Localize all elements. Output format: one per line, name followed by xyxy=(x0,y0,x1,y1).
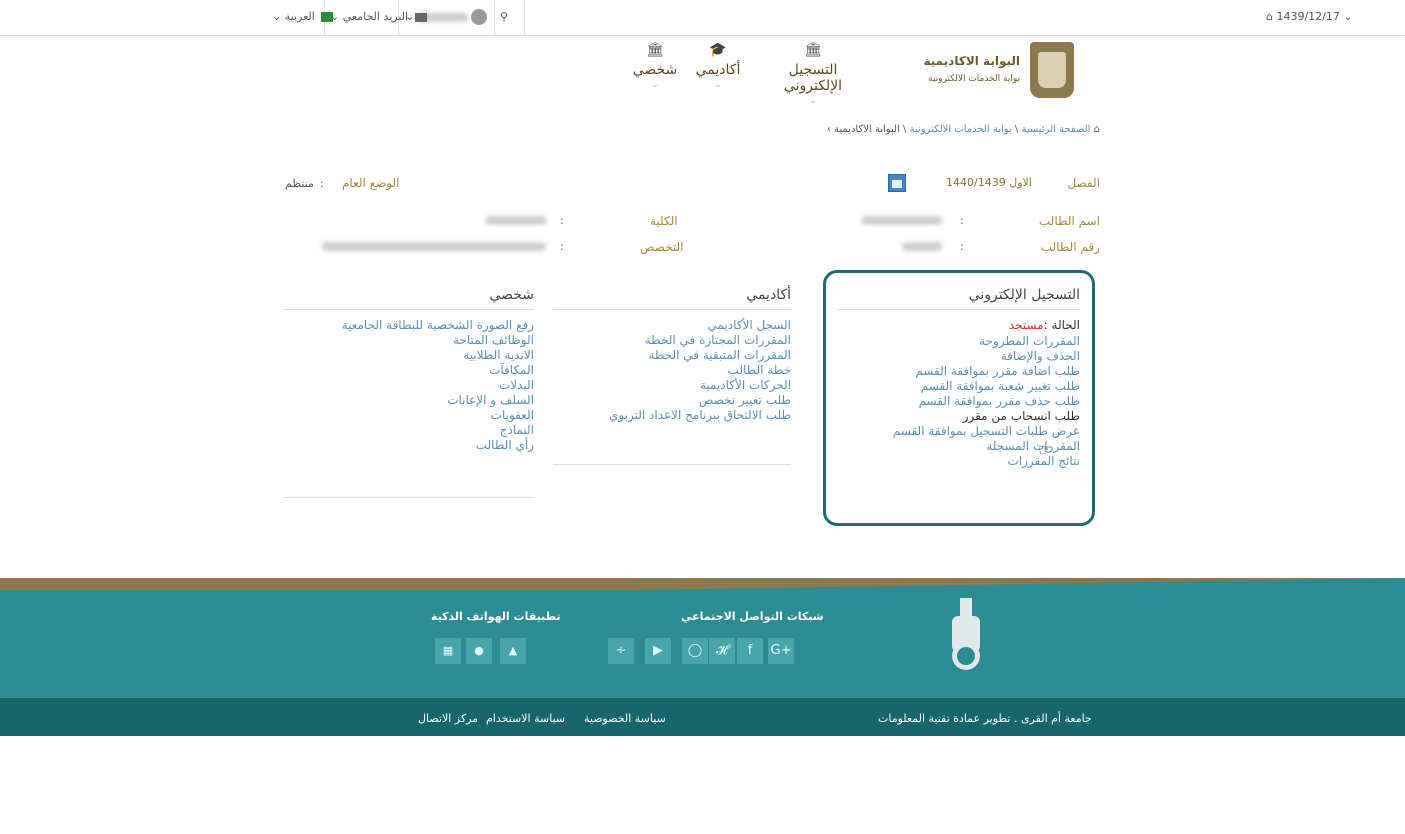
panel-title: التسجيل الإلكتروني xyxy=(838,287,1080,310)
student-name-label: اسم الطالب xyxy=(1038,214,1100,228)
nav-personal[interactable]: 🏛 شخصي ⌄ xyxy=(600,42,710,90)
list-item[interactable]: خطة الطالب xyxy=(553,363,791,378)
list-item[interactable]: البدلات xyxy=(284,378,534,393)
major-value xyxy=(322,242,546,251)
footer-university-logo xyxy=(952,598,980,670)
general-status-label: الوضع العام xyxy=(342,176,400,190)
instagram-icon[interactable]: ◯ xyxy=(682,638,708,664)
bank-icon: 🏛 xyxy=(804,42,822,58)
list-item[interactable]: رأي الطالب xyxy=(284,438,534,453)
brand-title[interactable]: البوابة الاكاديمية xyxy=(923,54,1020,68)
android-icon[interactable]: ▲ xyxy=(500,638,526,664)
panel-title: أكاديمي xyxy=(553,287,791,310)
list-item[interactable]: الحذف والإضافة xyxy=(838,349,1080,364)
student-name-value xyxy=(862,216,942,225)
list-item[interactable]: الحركات الأكاديمية xyxy=(553,378,791,393)
university-mail-link[interactable]: ⌄ البريد الجامعي xyxy=(330,8,427,26)
panel-electronic-registration: التسجيل الإلكتروني الحالة :مستجد المقررا… xyxy=(823,270,1095,526)
status-label: الحالة : xyxy=(1043,318,1080,332)
nav-label: التسجيل الإلكتروني xyxy=(783,62,843,94)
google-plus-icon[interactable]: G+ xyxy=(768,638,794,664)
breadcrumb: ⌂ الصفحة الرئيسية \ بوابة الخدمات الالكت… xyxy=(826,124,1100,135)
list-item[interactable]: طلب حذف مقرر بموافقة القسم xyxy=(838,394,1080,409)
home-icon: ⌂ xyxy=(1093,124,1100,135)
college-label: الكلية xyxy=(650,214,678,228)
breadcrumb-current: البوابة الاكاديمية xyxy=(834,124,900,135)
panel-title: شخصي xyxy=(284,287,534,310)
nav-electronic-registration[interactable]: 🏛 التسجيل الإلكتروني ⌄ xyxy=(758,42,868,106)
copyright-text: جامعة أم القرى . تطوير عمادة تقنية المعل… xyxy=(878,712,1092,725)
breadcrumb-home[interactable]: الصفحة الرئيسية xyxy=(1021,124,1090,135)
list-item[interactable]: المقررات المجتازة في الخطة xyxy=(553,333,791,348)
rss-icon[interactable]: ∻ xyxy=(608,638,634,664)
facebook-icon[interactable]: f xyxy=(737,638,763,664)
divider xyxy=(284,497,534,498)
cursor-hand-icon: ☞ xyxy=(1038,440,1053,459)
bank-icon: 🏛 xyxy=(646,42,664,58)
nav-label: شخصي xyxy=(632,62,678,78)
search-button[interactable]: ⚲ xyxy=(500,8,508,26)
date-text: 1439/12/17 xyxy=(1276,10,1340,23)
list-item[interactable]: العقوبات xyxy=(284,408,534,423)
student-id-label: رقم الطالب xyxy=(1040,240,1100,254)
list-item[interactable]: النماذج xyxy=(284,423,534,438)
mail-label: البريد الجامعي xyxy=(342,10,409,23)
semester-value: الاول 1440/1439 xyxy=(946,176,1032,189)
contact-center-link[interactable]: مركز الاتصال xyxy=(418,712,478,725)
list-item[interactable]: طلب اضافة مقرر بموافقة القسم xyxy=(838,364,1080,379)
student-id-value xyxy=(902,242,942,251)
general-status-value: منتظم xyxy=(285,177,314,190)
brand-subtitle: بوابة الخدمات الالكترونية xyxy=(928,74,1020,84)
list-item[interactable]: السلف و الإعانات xyxy=(284,393,534,408)
chevron-down-icon: ⌄ xyxy=(809,96,817,106)
semester-label: الفصل xyxy=(1067,176,1100,190)
list-item[interactable]: طلب انسحاب من مقرر xyxy=(838,409,1080,424)
chevron-down-icon: ⌄ xyxy=(272,10,282,23)
social-title: شبكات التواصل الاجتماعي xyxy=(681,610,824,623)
list-item[interactable]: طلب تغيير تخصص xyxy=(553,393,791,408)
flag-icon xyxy=(321,12,334,22)
windows-icon[interactable]: ▦ xyxy=(435,638,461,664)
university-logo[interactable] xyxy=(1030,42,1074,98)
college-value xyxy=(486,216,546,225)
language-selector[interactable]: ⌄ العربية xyxy=(272,8,334,26)
date-display[interactable]: ⌂ 1439/12/17 ⌄ xyxy=(1266,8,1353,26)
panel-personal: شخصي رفع الصورة الشخصية للبطاقة الجامعية… xyxy=(284,287,534,453)
divider xyxy=(553,464,791,465)
avatar xyxy=(471,9,488,25)
list-item[interactable]: المقررات المطروحة xyxy=(838,334,1080,349)
home-icon: ⌂ xyxy=(1266,10,1273,23)
apps-title: تطبيقات الهواتف الذكية xyxy=(431,610,561,623)
list-item[interactable]: طلب تغيير شعبة بموافقة القسم xyxy=(838,379,1080,394)
calendar-icon[interactable] xyxy=(888,174,906,192)
panel-academic: أكاديمي السجل الأكاديمي المقررات المجتاز… xyxy=(553,287,791,423)
apple-icon[interactable]: ● xyxy=(466,638,492,664)
youtube-icon[interactable]: ▶ xyxy=(645,638,671,664)
top-bar: ⌂ 1439/12/17 ⌄ ⚲ ⌄ ⌄ البريد الجامعي ⌄ ال… xyxy=(0,0,1405,36)
footer-bottom-bar xyxy=(0,698,1405,736)
chevron-down-icon: ⌄ xyxy=(651,80,659,90)
list-item[interactable]: عرض طلبات التسجيل بموافقة القسم xyxy=(838,424,1080,439)
envelope-icon xyxy=(414,12,427,22)
list-item[interactable]: السجل الأكاديمي xyxy=(553,318,791,333)
registration-status: الحالة :مستجد xyxy=(838,318,1080,332)
search-icon: ⚲ xyxy=(500,10,509,23)
twitter-icon[interactable]: 𝓗 xyxy=(709,638,735,664)
list-item[interactable]: الوظائف المتاحة xyxy=(284,333,534,348)
list-item[interactable]: المكافآت xyxy=(284,363,534,378)
major-label: التخصص xyxy=(640,240,684,254)
list-item[interactable]: طلب الالتحاق ببرنامج الاعداد التربوي xyxy=(553,408,791,423)
status-value: مستجد xyxy=(1008,318,1044,332)
breadcrumb-eservices[interactable]: بوابة الخدمات الالكترونية xyxy=(910,124,1012,135)
chevron-down-icon: ⌄ xyxy=(1343,10,1353,23)
privacy-policy-link[interactable]: سياسة الخصوصية xyxy=(584,712,666,725)
list-item[interactable]: المقررات المتبقية في الخطة xyxy=(553,348,791,363)
language-label: العربية xyxy=(284,10,315,23)
list-item[interactable]: الاندية الطلابية xyxy=(284,348,534,363)
list-item[interactable]: رفع الصورة الشخصية للبطاقة الجامعية xyxy=(284,318,534,333)
chevron-icon: › xyxy=(826,124,831,135)
terms-of-use-link[interactable]: سياسة الاستخدام xyxy=(486,712,565,725)
